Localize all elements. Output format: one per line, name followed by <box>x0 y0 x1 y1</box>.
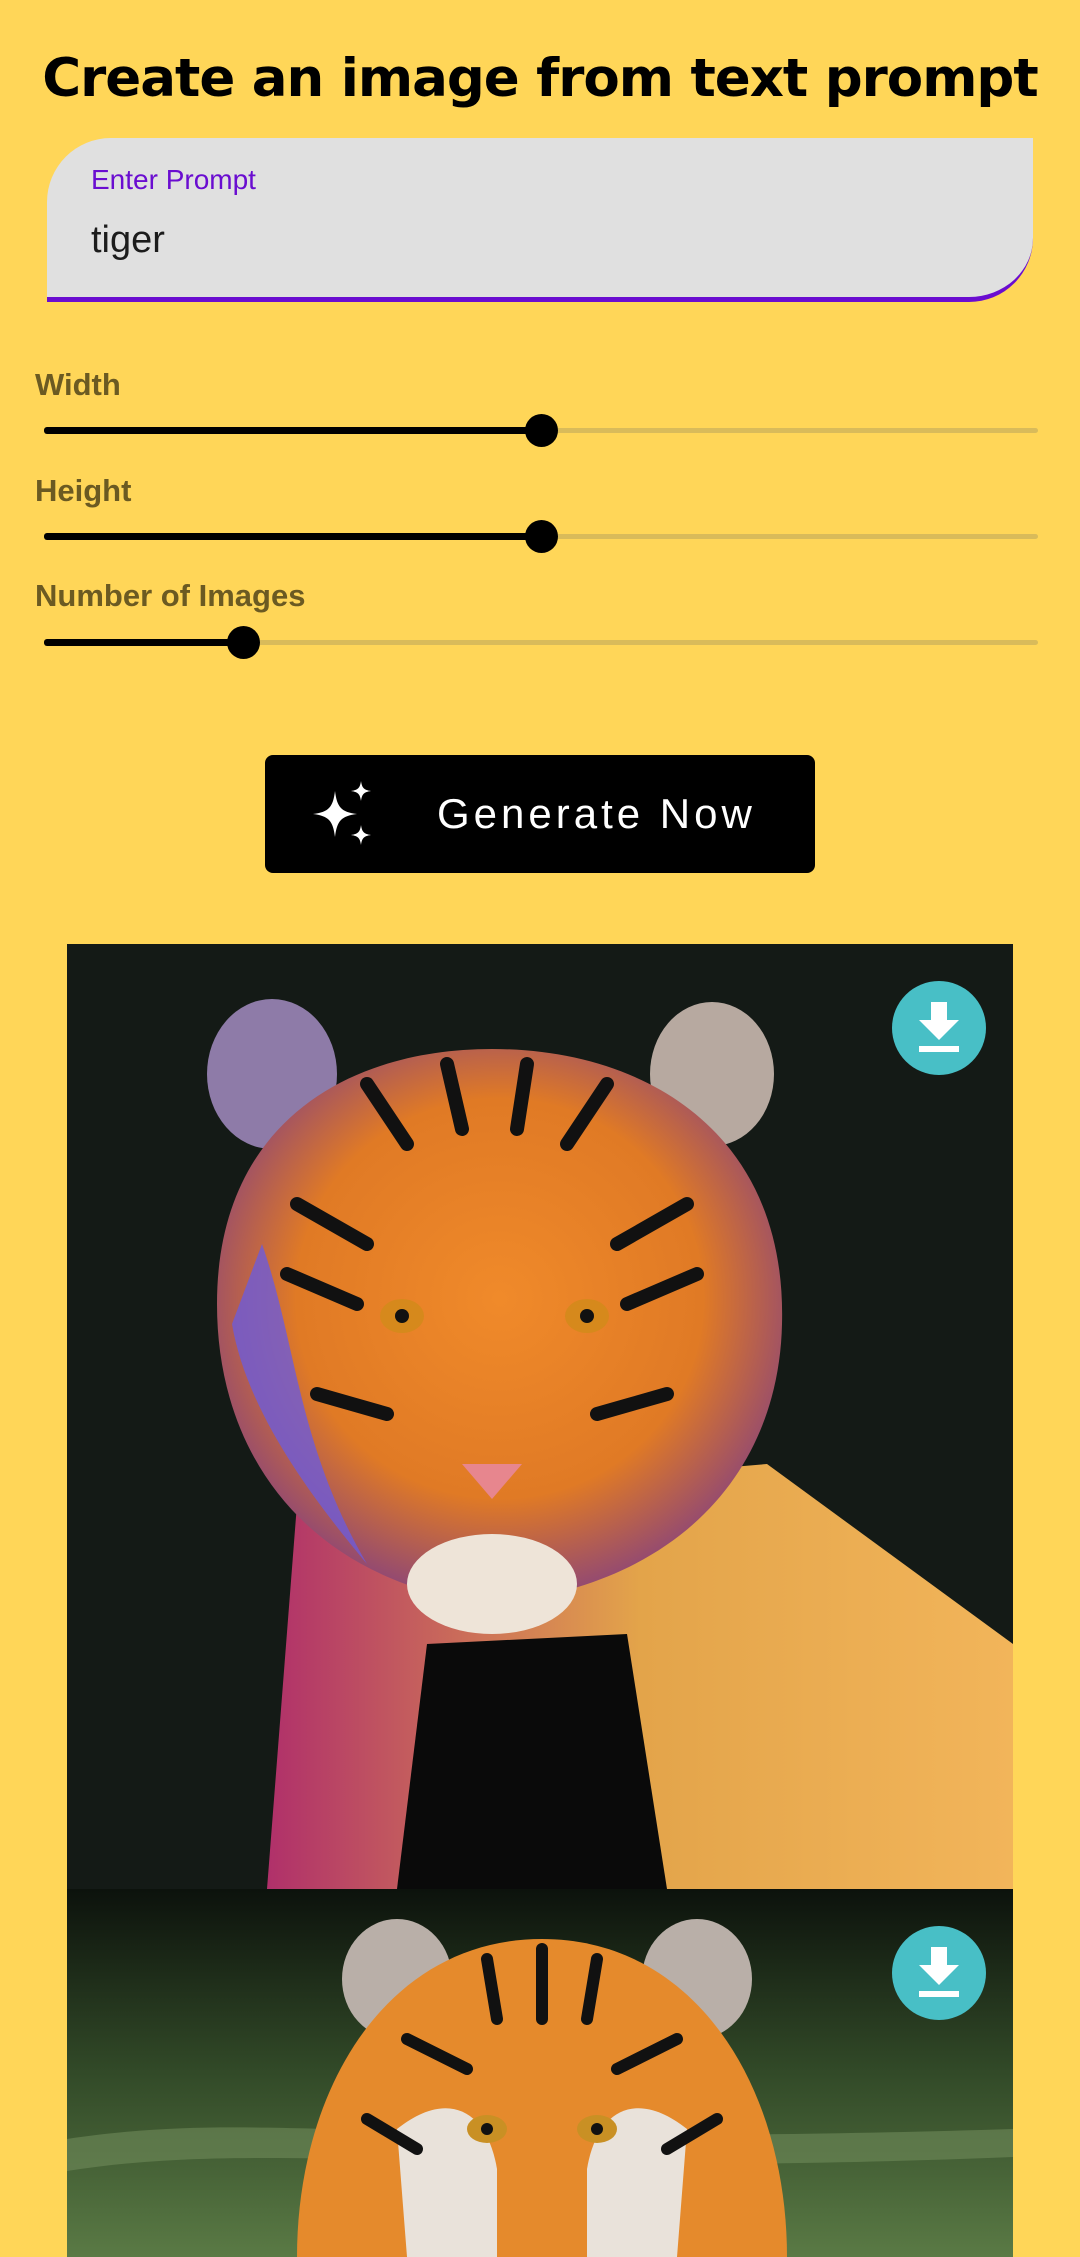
height-slider-label: Height <box>35 473 132 508</box>
download-icon <box>919 1002 959 1052</box>
download-button[interactable] <box>892 1926 986 2020</box>
number-of-images-slider-label: Number of Images <box>35 578 306 613</box>
prompt-field[interactable]: Enter Prompt <box>47 138 1033 302</box>
download-button[interactable] <box>892 981 986 1075</box>
height-slider-thumb[interactable] <box>525 520 558 553</box>
width-slider-label: Width <box>35 367 121 402</box>
number-of-images-slider-thumb[interactable] <box>226 626 260 659</box>
generated-image <box>67 944 1013 1889</box>
generated-image <box>67 1889 1013 2257</box>
height-slider[interactable] <box>44 514 1038 558</box>
page-title: Create an image from text prompt <box>42 48 1038 109</box>
generate-now-label: Generate Now <box>437 790 756 837</box>
width-slider[interactable] <box>44 408 1038 452</box>
number-of-images-slider[interactable] <box>44 620 1038 664</box>
sparkle-icon <box>313 781 371 845</box>
download-icon <box>919 1947 959 1997</box>
tiger-image <box>67 1889 1013 2257</box>
prompt-input[interactable] <box>91 212 971 268</box>
width-slider-thumb[interactable] <box>525 414 558 447</box>
generate-now-button[interactable]: Generate Now <box>265 755 815 873</box>
tiger-image <box>67 944 1013 1889</box>
prompt-label: Enter Prompt <box>91 164 256 195</box>
